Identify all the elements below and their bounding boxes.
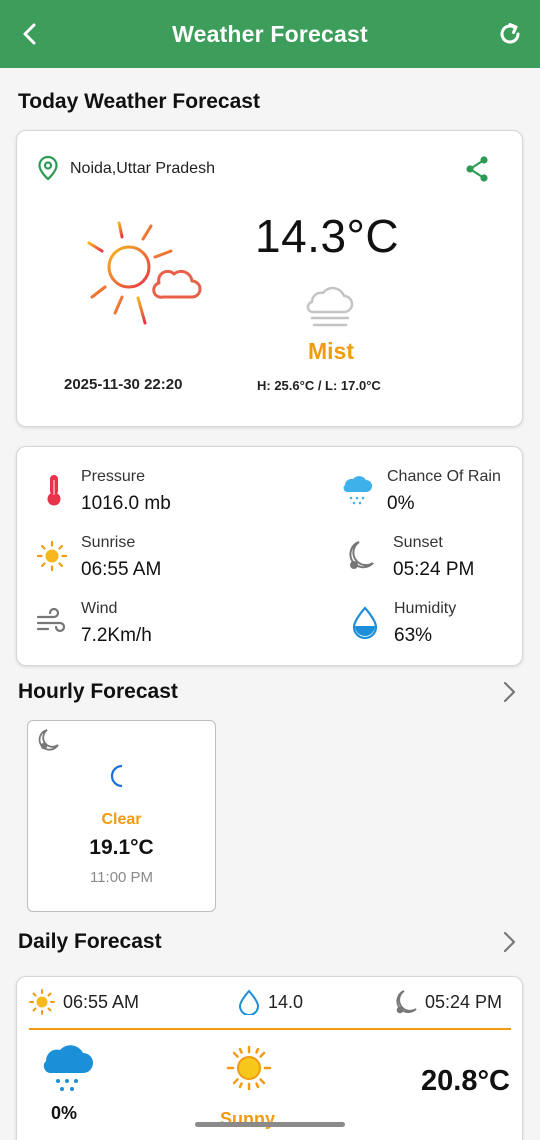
home-indicator[interactable]	[195, 1122, 345, 1127]
rain-value: 0%	[387, 493, 415, 514]
hourly-forecast-card[interactable]: Clear 19.1°C 11:00 PM	[27, 720, 216, 912]
today-section-title: Today Weather Forecast	[18, 90, 260, 113]
moon-icon	[38, 729, 59, 751]
mist-icon	[306, 286, 354, 327]
sun-icon	[226, 1045, 272, 1091]
daily-rain: 14.0	[268, 992, 304, 1012]
divider	[29, 1028, 511, 1030]
daily-sunset: 05:24 PM	[425, 992, 503, 1012]
today-weather-card: Noida,Uttar Pradesh 14.3°C Mist 2025-11-…	[16, 130, 523, 427]
wind-value: 7.2Km/h	[81, 625, 152, 646]
water-drop-icon	[238, 989, 260, 1015]
sun-cloud-icon	[79, 221, 202, 325]
sunrise-value: 06:55 AM	[81, 559, 162, 580]
location-pin-icon	[38, 155, 58, 181]
humidity-value: 63%	[394, 625, 433, 646]
moon-icon	[396, 990, 417, 1014]
current-condition: Mist	[308, 338, 354, 364]
app-bar: Weather Forecast	[0, 0, 540, 68]
weather-details-card: Pressure 1016.0 mb Chance Of Rain 0% Sun…	[16, 446, 523, 666]
moon-icon	[349, 541, 374, 569]
humidity-label: Humidity	[394, 600, 457, 617]
refresh-icon[interactable]	[496, 20, 524, 48]
rain-cloud-icon	[43, 1045, 93, 1091]
sun-icon	[29, 989, 55, 1015]
wind-label: Wind	[81, 600, 118, 617]
rain-label: Chance Of Rain	[387, 468, 501, 485]
chevron-left-icon[interactable]	[16, 20, 44, 48]
sunset-value: 05:24 PM	[393, 559, 475, 580]
rain-cloud-icon	[343, 476, 372, 505]
high-low-temperature: H: 25.6°C / L: 17.0°C	[257, 378, 381, 393]
hourly-time: 11:00 PM	[89, 869, 154, 886]
location-name: Noida,Uttar Pradesh	[70, 160, 215, 177]
wind-icon	[36, 607, 66, 633]
daily-section-title: Daily Forecast	[18, 930, 162, 953]
pressure-value: 1016.0 mb	[81, 493, 171, 514]
pressure-label: Pressure	[81, 468, 146, 485]
current-temperature: 14.3°C	[255, 210, 400, 262]
page-title: Weather Forecast	[172, 20, 368, 47]
daily-chance-of-rain: 0%	[51, 1103, 78, 1123]
daily-temperature: 20.8°C	[421, 1065, 510, 1097]
hourly-section-title: Hourly Forecast	[18, 680, 178, 703]
water-drop-icon	[352, 606, 378, 639]
thermometer-icon	[47, 475, 61, 506]
share-icon[interactable]	[464, 155, 490, 183]
chevron-right-icon[interactable]	[498, 680, 520, 704]
sun-icon	[37, 540, 67, 572]
current-datetime: 2025-11-30 22:20	[64, 376, 183, 393]
hourly-condition: Clear	[101, 811, 142, 828]
daily-sunrise: 06:55 AM	[63, 992, 140, 1012]
sunset-label: Sunset	[393, 534, 443, 551]
daily-forecast-card[interactable]: 06:55 AM 14.0 05:24 PM 0% Sunny 20.8°C	[16, 976, 523, 1140]
crescent-moon-icon	[110, 764, 123, 788]
hourly-temperature: 19.1°C	[89, 836, 154, 859]
chevron-right-icon[interactable]	[498, 930, 520, 954]
sunrise-label: Sunrise	[81, 534, 136, 551]
